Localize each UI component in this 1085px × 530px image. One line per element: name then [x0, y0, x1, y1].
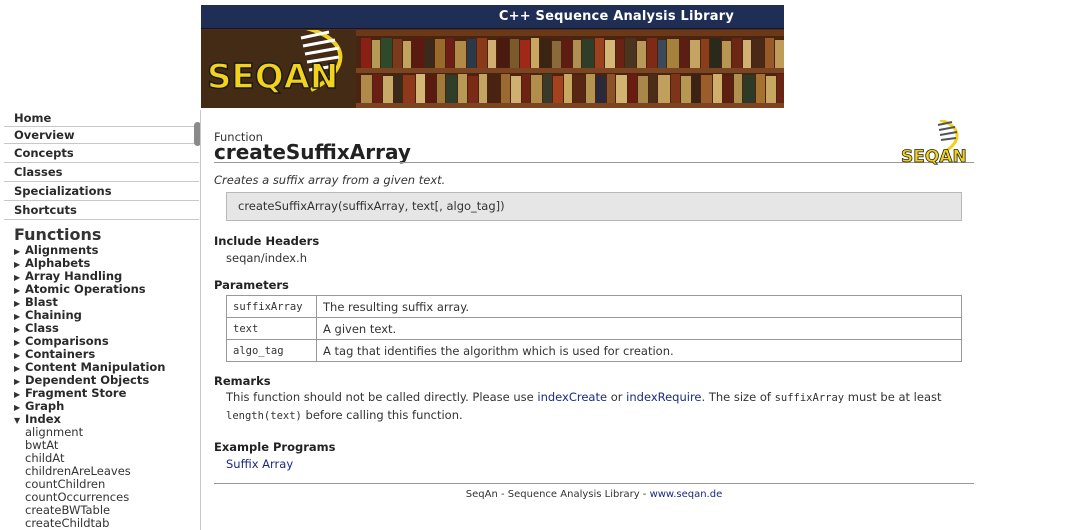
nav-home[interactable]: Home — [4, 110, 199, 127]
nav-concepts[interactable]: Concepts — [4, 144, 199, 163]
nav-classes[interactable]: Classes — [4, 163, 199, 182]
param-name: text — [226, 317, 317, 340]
function-signature: createSuffixArray(suffixArray, text[, al… — [226, 192, 962, 221]
example-programs-heading: Example Programs — [214, 440, 336, 454]
include-header-value: seqan/index.h — [226, 251, 307, 265]
title-divider — [214, 162, 974, 163]
main-content: Function createSuffixArray SEQAN Creates… — [214, 110, 974, 530]
code-suffixarray: suffixArray — [774, 392, 845, 404]
footer-website-link[interactable]: www.seqan.de — [650, 489, 723, 500]
page-title: createSuffixArray — [214, 140, 411, 164]
remarks-heading: Remarks — [214, 374, 271, 388]
sidebar: Home Overview Concepts Classes Specializ… — [4, 110, 201, 530]
footer-divider — [214, 483, 974, 484]
example-suffix-array-link[interactable]: Suffix Array — [226, 457, 293, 471]
code-length-text: length(text) — [226, 410, 302, 422]
param-description: The resulting suffix array. — [316, 295, 962, 318]
parameters-table: suffixArray The resulting suffix array. … — [226, 295, 962, 362]
banner-bar: C++ Sequence Analysis Library — [201, 5, 784, 29]
banner-title: C++ Sequence Analysis Library — [498, 9, 734, 24]
triangle-down-icon: ▼ — [14, 416, 21, 425]
include-headers-heading: Include Headers — [214, 234, 320, 248]
function-summary: Creates a suffix array from a given text… — [214, 173, 446, 187]
parameters-heading: Parameters — [214, 278, 289, 292]
table-row: suffixArray The resulting suffix array. — [226, 295, 962, 318]
param-description: A given text. — [316, 317, 962, 340]
remarks-text: This function should not be called direc… — [226, 390, 942, 422]
footer: SeqAn - Sequence Analysis Library - www.… — [465, 489, 723, 500]
site-banner: C++ Sequence Analysis Library SEQAN — [201, 5, 784, 108]
sidebar-scrollbar-thumb[interactable] — [194, 122, 200, 146]
library-bookshelf-image: SEQAN — [201, 30, 784, 108]
link-indexrequire[interactable]: indexRequire — [626, 390, 701, 404]
nav-shortcuts[interactable]: Shortcuts — [4, 201, 199, 220]
table-row: text A given text. — [226, 317, 962, 340]
link-indexcreate[interactable]: indexCreate — [537, 390, 607, 404]
svg-text:SEQAN: SEQAN — [901, 147, 967, 166]
index-item-createchildtab[interactable]: createChildtab — [4, 517, 200, 530]
functions-heading: Functions — [14, 225, 102, 244]
nav-overview[interactable]: Overview — [4, 127, 199, 144]
seqan-small-logo: SEQAN — [901, 120, 967, 166]
nav-specializations[interactable]: Specializations — [4, 182, 199, 201]
param-description: A tag that identifies the algorithm whic… — [316, 339, 962, 362]
param-name: suffixArray — [226, 295, 317, 318]
table-row: algo_tag A tag that identifies the algor… — [226, 339, 962, 362]
seqan-logo: SEQAN — [207, 57, 338, 97]
param-name: algo_tag — [226, 339, 317, 362]
